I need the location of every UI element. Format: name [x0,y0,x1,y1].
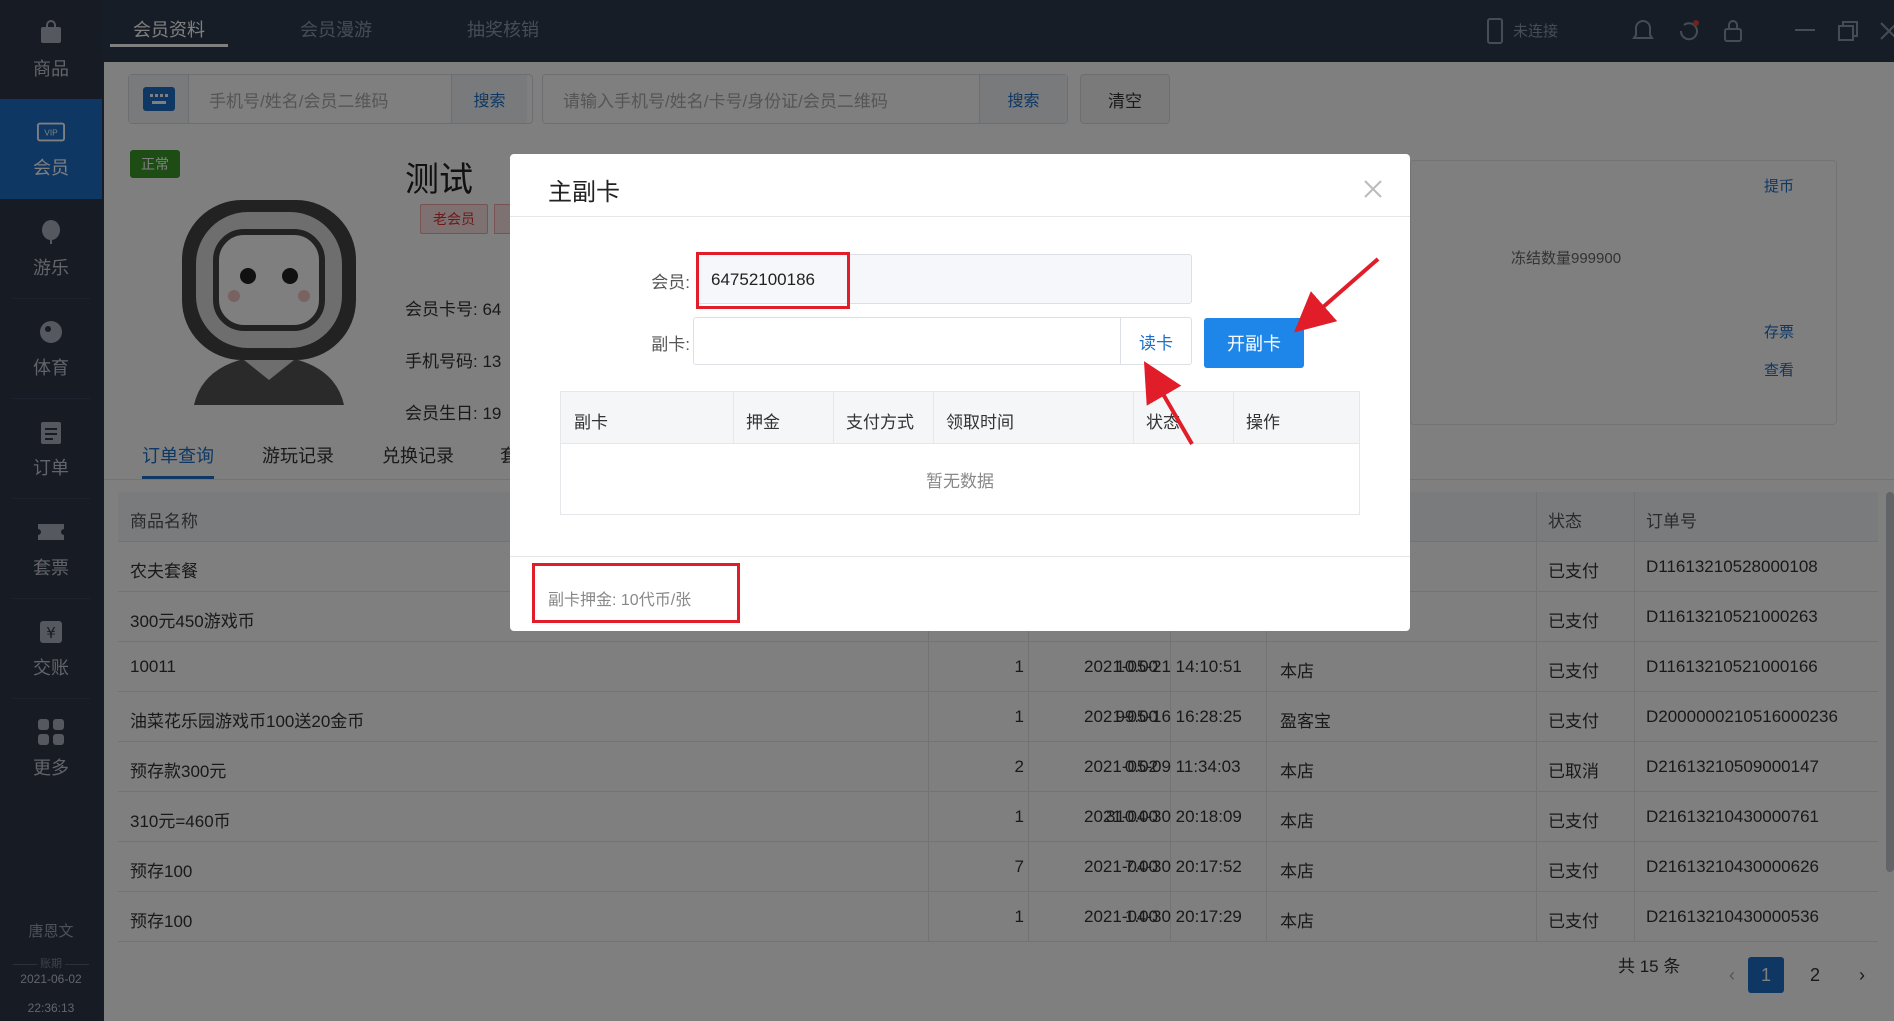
arrow-to-open-button [1293,257,1380,333]
arrow-to-read-button [1143,361,1194,446]
annotation-arrows [1143,257,1380,446]
